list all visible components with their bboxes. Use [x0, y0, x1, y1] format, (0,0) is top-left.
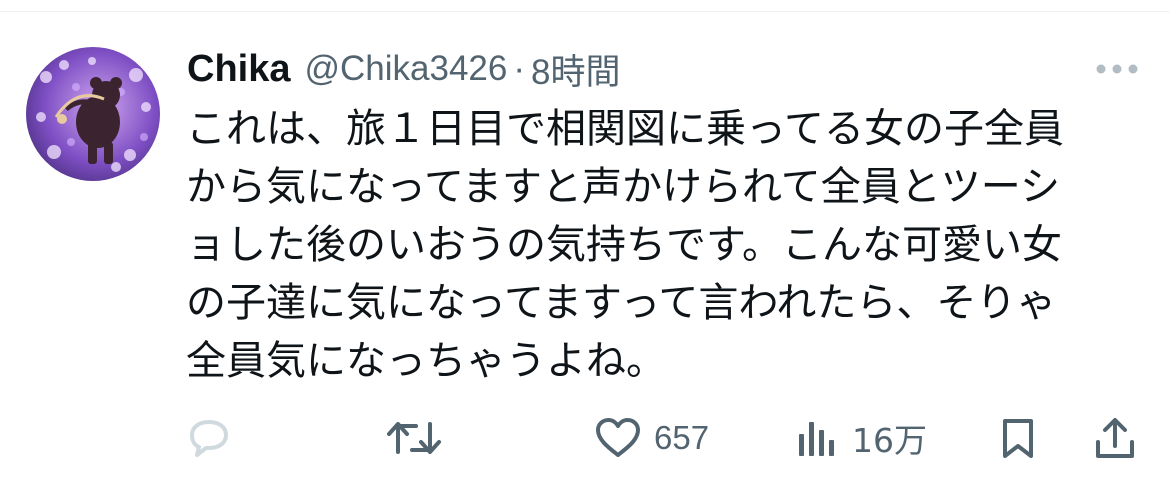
views-button[interactable]: 16万: [796, 412, 927, 464]
tweet-text-line: から気になってますと声かけられて全員とツーシ: [186, 164, 1060, 210]
views-icon: [799, 422, 834, 456]
separator-dot: ·: [513, 49, 526, 88]
display-name[interactable]: Chika: [187, 48, 290, 91]
more-dots-icon: [1096, 64, 1138, 74]
retweet-icon: [387, 422, 441, 454]
heart-icon: [596, 418, 640, 457]
reply-icon: [190, 420, 228, 457]
reply-button[interactable]: [186, 412, 232, 464]
timestamp[interactable]: 8時間: [531, 44, 620, 95]
user-handle[interactable]: @Chika3426: [304, 49, 507, 89]
bookmark-button[interactable]: [1000, 412, 1036, 464]
tweet-text-line: の子達に気になってますって言われたら、そりゃ: [186, 280, 1057, 326]
avatar-image: [26, 47, 160, 181]
like-count: 657: [654, 419, 710, 456]
views-count: 16万: [852, 421, 927, 460]
share-button[interactable]: [1094, 412, 1136, 464]
tweet-text: これは、旅１日目で相関図に乗ってる女の子全員 から気になってますと声かけられて全…: [186, 100, 1136, 390]
share-icon: [1096, 418, 1134, 458]
tweet-text-line: これは、旅１日目で相関図に乗ってる女の子全員: [186, 106, 1064, 152]
top-divider: [0, 11, 1170, 12]
tweet-text-line: 全員気になっちゃうよね。: [186, 338, 666, 384]
retweet-button[interactable]: [386, 412, 442, 464]
tweet-text-line: ョした後のいおうの気持ちです。こんな可愛い女: [186, 222, 1062, 268]
more-options-button[interactable]: [1092, 58, 1142, 80]
avatar[interactable]: [26, 47, 160, 181]
bookmark-icon: [1003, 419, 1033, 458]
tweet-header: Chika @Chika3426 · 8時間: [187, 44, 620, 94]
like-button[interactable]: 657: [594, 412, 709, 464]
